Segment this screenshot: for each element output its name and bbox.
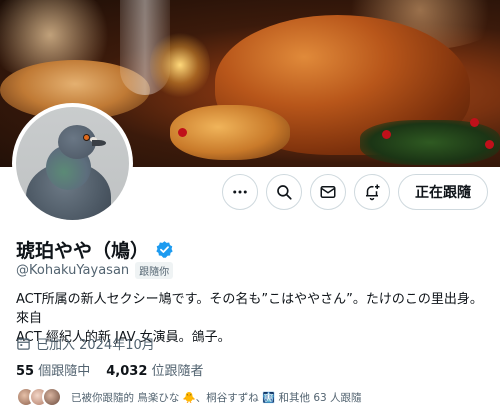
pigeon-photo xyxy=(16,107,129,220)
profile-actions: 正在跟隨 xyxy=(222,174,488,210)
followers-link[interactable]: 4,032 位跟隨者 xyxy=(106,360,203,379)
banner-berry xyxy=(178,128,187,137)
handle: @KohakuYayasan xyxy=(16,263,130,278)
following-button[interactable]: 正在跟隨 xyxy=(398,174,488,210)
banner-candle xyxy=(150,30,210,100)
banner-potatoes xyxy=(170,105,290,160)
pigeon-head xyxy=(58,125,96,159)
mutual-avatars xyxy=(16,387,62,407)
following-link[interactable]: 55 個跟隨中 xyxy=(16,360,90,379)
more-icon xyxy=(233,190,247,194)
search-button[interactable] xyxy=(266,174,302,210)
banner-berry xyxy=(470,118,479,127)
bell-plus-icon xyxy=(366,184,380,201)
mutual-avatar xyxy=(42,387,62,407)
mail-icon xyxy=(320,186,336,198)
handle-row: @KohakuYayasan 跟隨你 xyxy=(16,262,174,279)
followers-label: 位跟隨者 xyxy=(151,364,204,379)
banner-berry xyxy=(382,130,391,139)
name-row: 琥珀やや（鳩） xyxy=(16,236,174,263)
search-icon xyxy=(277,185,292,200)
joined-text: 已加入 2024年10月 xyxy=(36,338,155,353)
avatar[interactable] xyxy=(12,103,133,224)
banner-berry xyxy=(485,140,494,149)
following-label: 個跟隨中 xyxy=(38,364,91,379)
follows-you-badge: 跟隨你 xyxy=(135,262,174,279)
banner-greens xyxy=(360,120,500,165)
joined-date: 已加入 2024年10月 xyxy=(16,334,155,353)
message-button[interactable] xyxy=(310,174,346,210)
calendar-icon xyxy=(17,337,30,350)
mutuals-text: 已被你跟隨的 鳥楽ひな 🐥、桐谷すずね 🩻 和其他 63 人跟隨 xyxy=(71,391,362,404)
display-name: 琥珀やや（鳩） xyxy=(16,240,150,262)
pigeon-eye xyxy=(83,134,90,141)
more-button[interactable] xyxy=(222,174,258,210)
pigeon-beak xyxy=(92,140,106,146)
follow-stats: 55 個跟隨中 4,032 位跟隨者 xyxy=(16,360,204,379)
followers-count: 4,032 xyxy=(106,364,148,379)
notify-button[interactable] xyxy=(354,174,390,210)
following-count: 55 xyxy=(16,364,35,379)
bio-line: ACT所属の新人セクシー鳩です。その名も”こはややさん”。たけのこの里出身。來自 xyxy=(16,292,483,326)
verified-badge-icon[interactable] xyxy=(155,240,174,259)
mutual-followers[interactable]: 已被你跟隨的 鳥楽ひな 🐥、桐谷すずね 🩻 和其他 63 人跟隨 xyxy=(16,387,362,407)
